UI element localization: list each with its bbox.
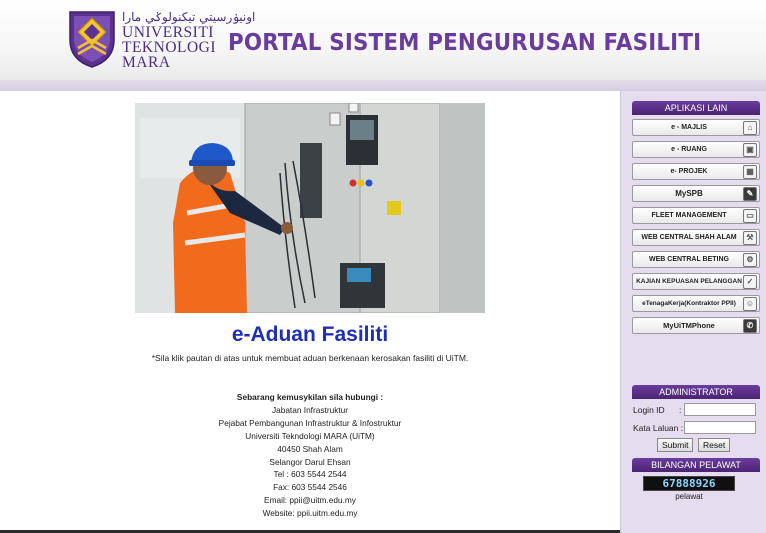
password-input[interactable] (684, 421, 756, 434)
contact-office: Pejabat Pembangunan Infrastruktur & Info… (218, 417, 402, 428)
visitor-suffix: pelawat (675, 492, 703, 501)
admin-box-title: ADMINISTRATOR (632, 385, 760, 399)
tools-icon: ⚙ (743, 253, 757, 267)
logo-jawi-text: اونيۏرسيتي تيکنولوݢي مارا (122, 10, 256, 24)
reset-button[interactable]: Reset (698, 438, 731, 452)
app-button-kajian-kepuasan-pelanggan[interactable]: KAJIAN KEPUASAN PELANGGAN ✓ (632, 273, 760, 290)
room-icon: ▣ (743, 143, 757, 157)
app-button-myspb[interactable]: MySPB ✎ (632, 185, 760, 202)
app-button-label: e - RUANG (671, 146, 707, 153)
eaduan-note: *Sila klik pautan di atas untuk membuat … (151, 353, 469, 363)
app-button-label: WEB CENTRAL BETING (649, 256, 729, 263)
project-icon: ▦ (743, 165, 757, 179)
wrench-icon: ⚒ (743, 231, 757, 245)
visitor-count: 67888926 (662, 477, 716, 490)
eaduan-banner-image[interactable] (135, 103, 485, 313)
app-button-eruang[interactable]: e - RUANG ▣ (632, 141, 760, 158)
app-button-label: WEB CENTRAL SHAH ALAM (641, 234, 737, 241)
login-id-colon: : (679, 405, 682, 415)
contact-title: Sebarang kemusykilan sila hubungi : (236, 392, 384, 402)
app-button-web-central-shah-alam[interactable]: WEB CENTRAL SHAH ALAM ⚒ (632, 229, 760, 246)
app-button-myuitmphone[interactable]: MyUiTMPhone ✆ (632, 317, 760, 334)
contact-info: Sebarang kemusykilan sila hubungi : Jaba… (0, 391, 620, 520)
app-button-web-central-beting[interactable]: WEB CENTRAL BETING ⚙ (632, 251, 760, 268)
uitm-logo[interactable] (68, 10, 116, 73)
edit-icon: ✎ (743, 187, 757, 201)
app-button-label: FLEET MANAGEMENT (651, 212, 727, 219)
visitor-counter: 67888926 (643, 476, 735, 491)
visitor-box-title: BILANGAN PELAWAT (632, 458, 760, 472)
app-button-label: e - MAJLIS (671, 124, 707, 131)
app-button-label: KAJIAN KEPUASAN PELANGGAN (636, 278, 742, 285)
contact-department: Jabatan Infrastruktur (271, 404, 349, 415)
contact-website[interactable]: Website: ppii.uitm.edu.my (0, 507, 620, 520)
submit-button[interactable]: Submit (657, 438, 694, 452)
apps-box-title: APLIKASI LAIN (632, 101, 760, 115)
eaduan-heading-link[interactable]: e-Aduan Fasiliti (0, 323, 620, 347)
car-icon: ▭ (743, 209, 757, 223)
contact-postcode: 40450 Shah Alam (277, 443, 343, 454)
contact-state: Selangor Darul Ehsan (269, 456, 351, 467)
app-button-label: e- PROJEK (670, 168, 708, 175)
building-icon: ⌂ (743, 121, 757, 135)
app-button-label: MySPB (675, 189, 703, 198)
app-button-eprojek[interactable]: e- PROJEK ▦ (632, 163, 760, 180)
portal-title: PORTAL SISTEM PENGURUSAN FASILITI (228, 30, 702, 56)
password-label: Kata Laluan : (633, 423, 684, 433)
phone-icon: ✆ (743, 319, 757, 333)
check-icon: ✓ (743, 275, 757, 289)
app-button-label: eTenagaKerja(Kontraktor PPII) (642, 300, 736, 307)
app-button-label: MyUiTMPhone (663, 321, 715, 330)
contact-fax: Fax: 603 5544 2546 (273, 482, 347, 493)
app-button-fleet-management[interactable]: FLEET MANAGEMENT ▭ (632, 207, 760, 224)
header-band (0, 80, 766, 91)
worker-icon: ☺ (743, 297, 757, 311)
login-id-input[interactable] (684, 403, 756, 416)
contact-university: Universiti Tekndologi MARA (UiTM) (245, 430, 375, 441)
main-content: e-Aduan Fasiliti *Sila klik pautan di at… (0, 91, 621, 533)
app-button-emajlis[interactable]: e - MAJLIS ⌂ (632, 119, 760, 136)
app-button-etenagakerja[interactable]: eTenagaKerja(Kontraktor PPII) ☺ (632, 295, 760, 312)
contact-tel: Tel : 603 5544 2544 (273, 469, 347, 480)
login-id-label: Login ID (633, 405, 665, 415)
logo-university-name: UNIVERSITI TEKNOLOGI MARA (122, 24, 217, 71)
contact-email[interactable]: Email: ppii@uitm.edu.my (0, 494, 620, 507)
